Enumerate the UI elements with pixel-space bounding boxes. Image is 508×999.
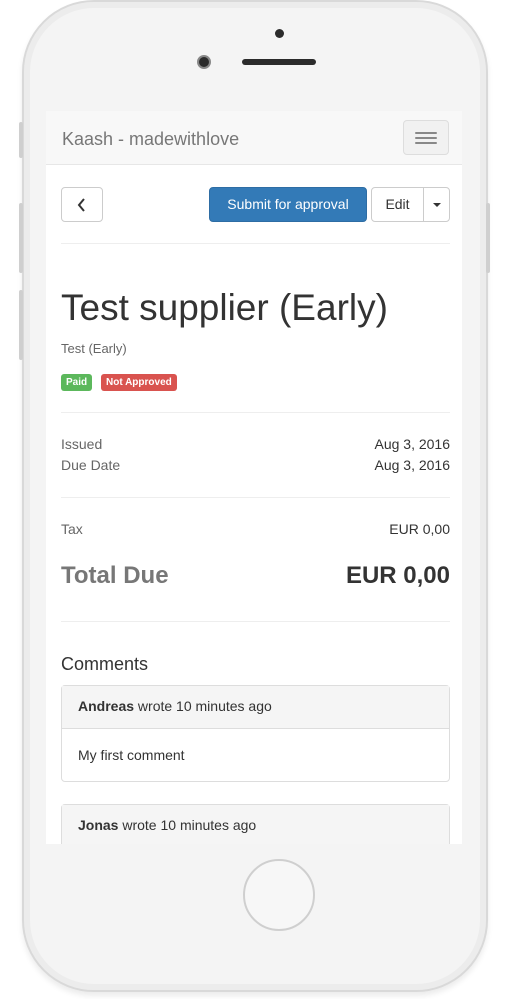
comment-meta: wrote 10 minutes ago xyxy=(134,698,272,714)
divider xyxy=(61,243,450,244)
volume-up-button xyxy=(19,203,23,273)
issued-value: Aug 3, 2016 xyxy=(374,436,450,452)
comment-card: Andreas wrote 10 minutes ago My first co… xyxy=(61,685,450,782)
tax-value: EUR 0,00 xyxy=(389,521,450,537)
comment-body: My first comment xyxy=(78,747,185,763)
caret-down-icon xyxy=(433,203,441,207)
page-title: Test supplier (Early) xyxy=(61,287,388,328)
hamburger-icon xyxy=(415,132,437,134)
edit-dropdown-toggle[interactable] xyxy=(423,187,450,222)
brand-link[interactable]: Kaash - madewithlove xyxy=(62,129,239,150)
navbar: Kaash - madewithlove xyxy=(46,111,462,165)
comments-heading: Comments xyxy=(61,654,149,674)
earpiece-speaker xyxy=(242,59,316,65)
divider xyxy=(61,412,450,413)
tax-label: Tax xyxy=(61,521,83,537)
due-date-value: Aug 3, 2016 xyxy=(374,457,450,473)
paid-badge: Paid xyxy=(61,374,93,391)
hamburger-icon-bar xyxy=(415,142,437,144)
total-due-value: EUR 0,00 xyxy=(345,562,450,589)
app-screen: Kaash - madewithlove Submit for approval… xyxy=(46,111,462,844)
approval-status-badge: Not Approved xyxy=(101,374,177,391)
submit-for-approval-button[interactable]: Submit for approval xyxy=(209,187,367,222)
due-date-label: Due Date xyxy=(61,457,121,473)
page-subtitle: Test (Early) xyxy=(61,341,127,356)
menu-toggle-button[interactable] xyxy=(403,120,449,155)
chevron-left-icon xyxy=(77,198,85,212)
comment-author: Andreas xyxy=(78,698,135,714)
divider xyxy=(61,497,450,498)
comment-meta: wrote 10 minutes ago xyxy=(118,817,257,833)
total-due-label: Total Due xyxy=(61,562,169,589)
comment-author: Jonas xyxy=(78,817,119,833)
proximity-sensor xyxy=(275,29,284,38)
comment-header: Andreas wrote 10 minutes ago xyxy=(62,686,449,729)
hamburger-icon-bar xyxy=(415,137,437,139)
front-camera-icon xyxy=(197,55,211,69)
comment-header: Jonas wrote 10 minutes ago xyxy=(62,805,449,844)
power-button xyxy=(486,203,490,273)
mute-switch xyxy=(19,122,23,158)
comment-card: Jonas wrote 10 minutes ago xyxy=(61,804,450,844)
divider xyxy=(61,621,450,622)
home-button[interactable] xyxy=(243,859,315,931)
issued-label: Issued xyxy=(61,436,103,452)
back-button[interactable] xyxy=(61,187,103,222)
edit-button[interactable]: Edit xyxy=(371,187,424,222)
volume-down-button xyxy=(19,290,23,360)
